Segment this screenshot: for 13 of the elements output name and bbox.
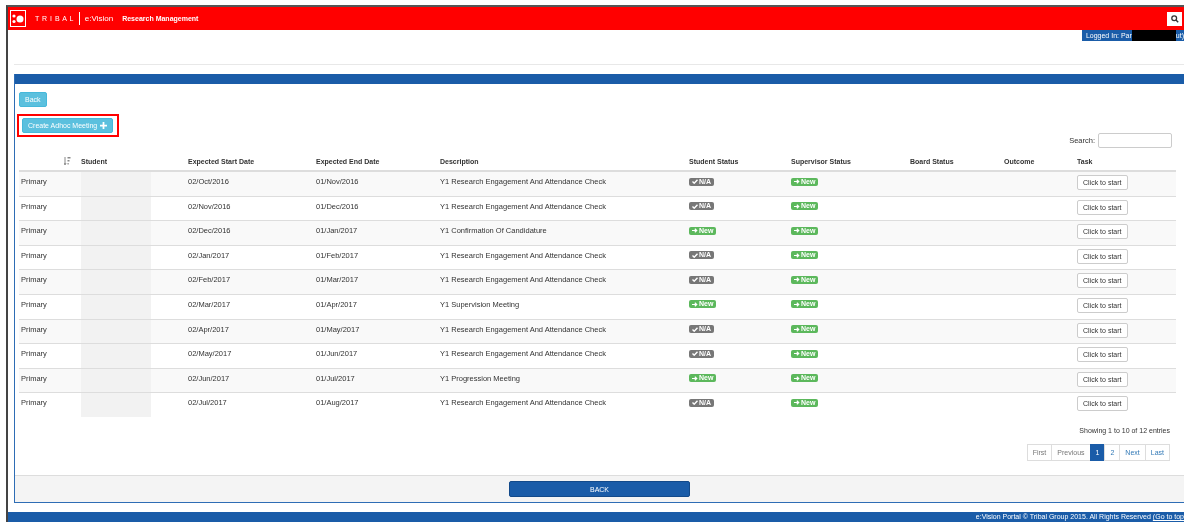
product-name: e:Vision [84,14,114,23]
redaction-bar [81,245,151,270]
sort-icon [64,156,71,165]
search-icon [1170,14,1179,23]
search-button[interactable] [1167,11,1182,26]
search-field[interactable] [1098,133,1172,148]
redaction-bar [81,294,151,319]
redaction-bar [1131,30,1176,41]
redaction-bar [81,196,151,221]
redaction-bar [81,393,151,417]
plus-icon [100,122,108,129]
redaction-bar [81,344,151,368]
logo-icon [10,10,26,27]
